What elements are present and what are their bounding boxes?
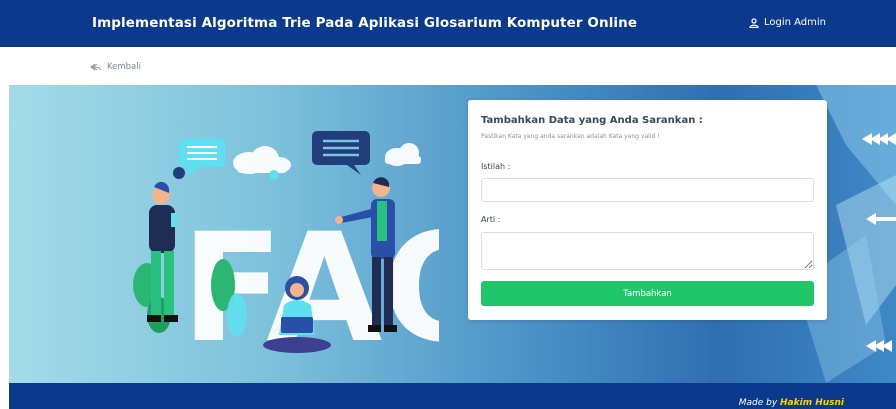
made-by-credit: Made by Hakim Husni <box>739 398 844 408</box>
login-admin-label: Login Admin <box>763 17 826 28</box>
suggestion-form-card: Tambahkan Data yang Anda Sarankan : Past… <box>468 100 827 320</box>
arti-textarea[interactable] <box>481 232 814 270</box>
page: Implementasi Algoritma Trie Pada Aplikas… <box>0 0 896 409</box>
footer: Made by Hakim Husni <box>9 383 896 409</box>
login-admin-link[interactable]: Login Admin <box>749 17 826 28</box>
reply-arrow-icon <box>90 63 102 71</box>
istilah-label: Istilah : <box>481 162 511 171</box>
istilah-input[interactable] <box>481 178 814 202</box>
author-name: Hakim Husni <box>780 398 844 408</box>
back-link[interactable]: Kembali <box>90 62 141 72</box>
tambahkan-button[interactable]: Tambahkan <box>481 281 814 306</box>
back-label: Kembali <box>107 62 141 72</box>
user-icon <box>749 17 759 28</box>
form-subtitle: Pastikan Kata yang anda sarankan adalah … <box>481 133 660 140</box>
back-row: Kembali <box>0 47 896 85</box>
form-heading: Tambahkan Data yang Anda Sarankan : <box>481 115 703 126</box>
made-by-prefix: Made by <box>738 398 781 408</box>
faq-illustration: FAQ <box>133 131 439 375</box>
arti-label: Arti : <box>481 215 501 224</box>
top-navbar: Implementasi Algoritma Trie Pada Aplikas… <box>0 0 896 47</box>
app-title: Implementasi Algoritma Trie Pada Aplikas… <box>92 15 638 31</box>
